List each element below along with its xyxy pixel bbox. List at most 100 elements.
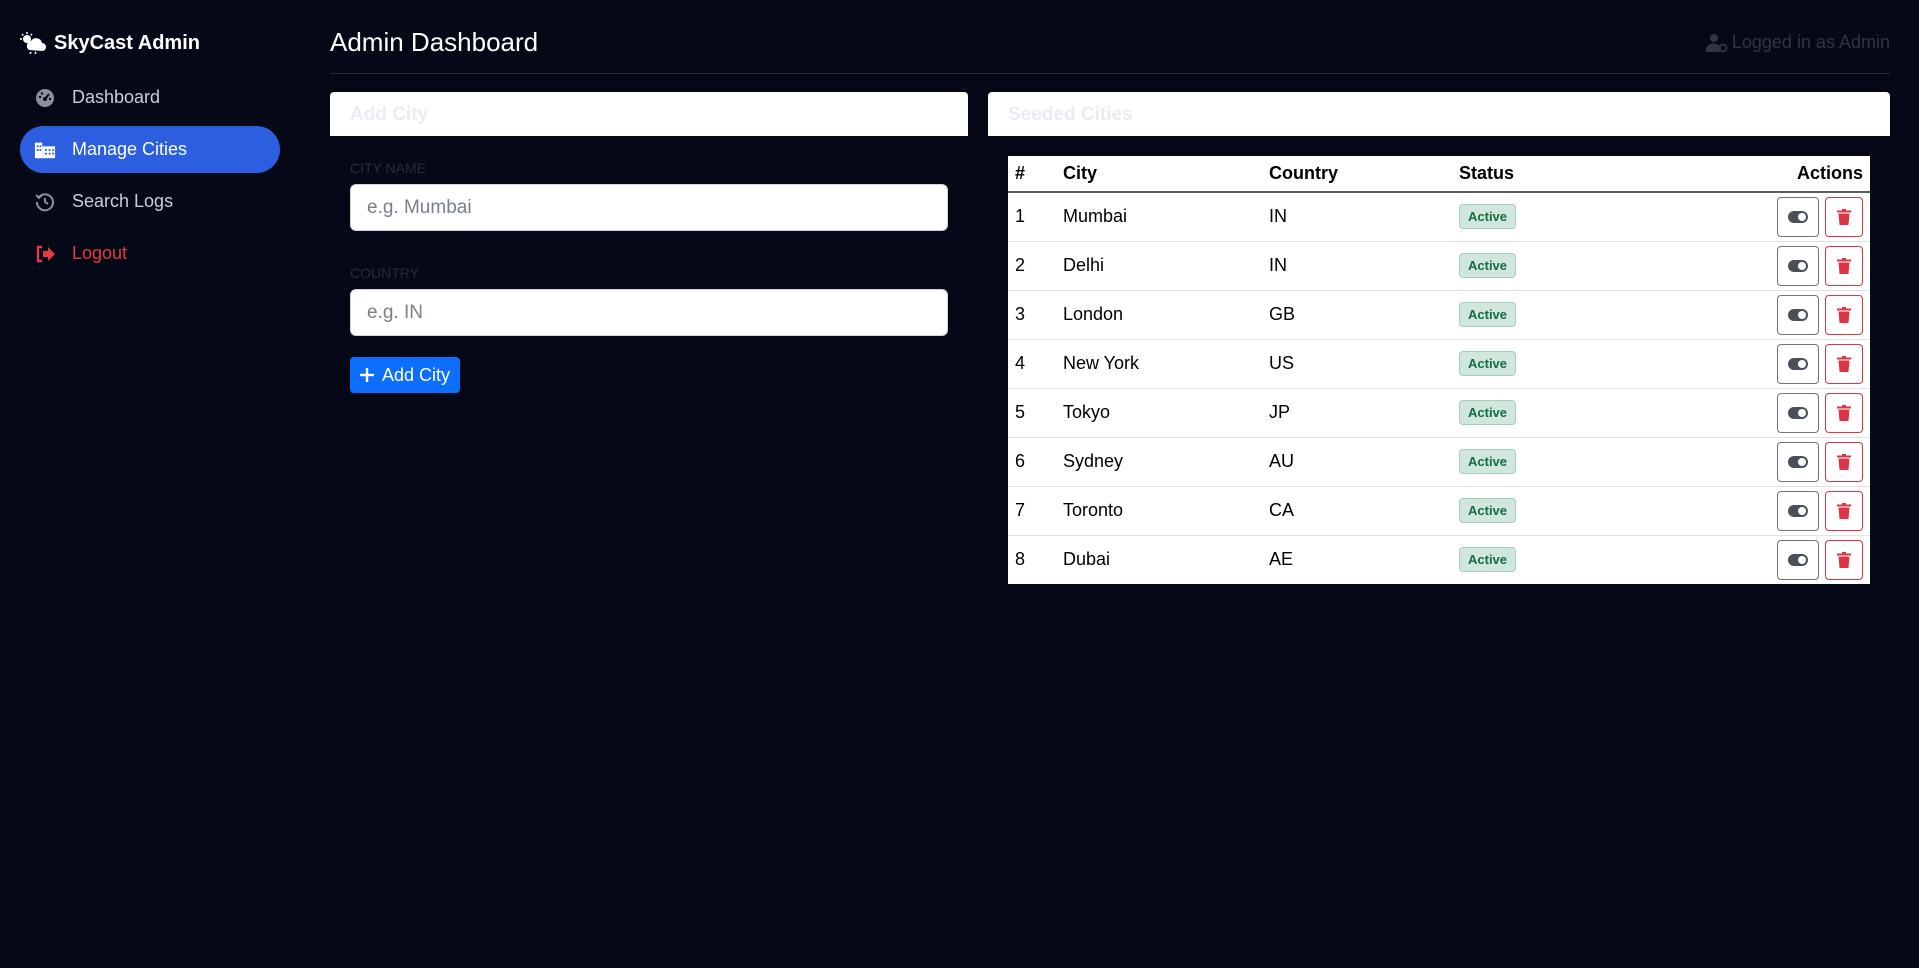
row-country: IN xyxy=(1262,241,1452,291)
toggle-icon xyxy=(1788,357,1808,370)
toggle-status-button[interactable] xyxy=(1777,392,1819,433)
city-icon xyxy=(34,139,56,161)
sidebar-item-label: Dashboard xyxy=(72,87,161,107)
page-title: Admin Dashboard xyxy=(330,27,539,57)
row-city: London xyxy=(1056,290,1262,340)
sidebar-item-label: Manage Cities xyxy=(72,139,188,159)
city-name-input[interactable] xyxy=(350,184,948,231)
sidebar-item-logout[interactable]: Logout xyxy=(20,230,280,277)
delete-city-button[interactable] xyxy=(1825,245,1863,286)
delete-city-button[interactable] xyxy=(1825,343,1863,384)
country-input[interactable] xyxy=(350,289,948,336)
row-city: New York xyxy=(1056,339,1262,389)
sidebar-item-manage-cities[interactable]: Manage Cities xyxy=(20,126,280,173)
row-actions xyxy=(1619,241,1870,291)
row-number: 7 xyxy=(1008,486,1056,536)
toggle-status-button[interactable] xyxy=(1777,539,1819,580)
trash-icon xyxy=(1837,551,1851,568)
column-header-status: Status xyxy=(1452,156,1620,193)
row-status: Active xyxy=(1452,486,1620,536)
row-status: Active xyxy=(1452,241,1620,291)
toggle-icon xyxy=(1788,553,1808,566)
row-status: Active xyxy=(1452,290,1620,340)
row-country: AE xyxy=(1269,549,1294,570)
sidebar: SkyCast Admin Dashboard Manage Cities Se… xyxy=(0,0,300,968)
delete-city-button[interactable] xyxy=(1825,196,1863,237)
toggle-icon xyxy=(1788,406,1808,419)
row-country: AU xyxy=(1262,437,1452,487)
row-status: Active xyxy=(1452,388,1620,438)
add-city-button-label: Add City xyxy=(382,364,451,385)
table-row: 8 Dubai AE Active xyxy=(1008,535,1870,584)
delete-city-button[interactable] xyxy=(1825,490,1863,531)
toggle-icon xyxy=(1788,504,1808,517)
trash-icon xyxy=(1837,208,1851,225)
seeded-cities-title: Seeded Cities xyxy=(988,92,1890,136)
status-badge: Active xyxy=(1459,204,1517,230)
table-row: 6 Sydney AU Active xyxy=(1008,437,1870,487)
table-row: 3 London GB Active xyxy=(1008,290,1870,340)
add-city-button[interactable]: Add City xyxy=(350,357,461,393)
row-country: JP xyxy=(1262,388,1452,438)
country-label: COUNTRY xyxy=(350,265,419,281)
column-header-country: Country xyxy=(1262,156,1452,193)
trash-icon xyxy=(1837,355,1851,372)
plus-icon xyxy=(360,368,374,382)
table-body: 1 Mumbai IN Active 2 Delhi IN Active 3 London GB Ac… xyxy=(1008,192,1870,584)
column-header-city: City xyxy=(1056,156,1262,193)
row-actions xyxy=(1619,388,1870,438)
brand[interactable]: SkyCast Admin xyxy=(20,28,280,58)
toggle-icon xyxy=(1788,210,1808,223)
row-city: Tokyo xyxy=(1056,388,1262,438)
status-badge: Active xyxy=(1459,547,1517,573)
row-actions xyxy=(1619,437,1870,487)
table-header-row: # City Country Status Actions xyxy=(1008,156,1870,193)
status-badge: Active xyxy=(1459,449,1517,474)
delete-city-button[interactable] xyxy=(1825,392,1863,433)
sidebar-item-label: Logout xyxy=(72,243,128,263)
trash-icon xyxy=(1837,453,1851,470)
column-header-num: # xyxy=(1008,156,1056,193)
row-city: Dubai xyxy=(1063,549,1111,570)
row-status: Active xyxy=(1452,339,1620,389)
cloud-sun-icon xyxy=(20,30,50,56)
row-number: 5 xyxy=(1008,388,1056,438)
status-badge: Active xyxy=(1459,253,1517,278)
delete-city-button[interactable] xyxy=(1825,441,1863,482)
seeded-cities-card: Seeded Cities # City Country Status Acti… xyxy=(988,92,1890,604)
add-city-form: CITY NAME COUNTRY Add City xyxy=(330,136,968,413)
add-city-title: Add City xyxy=(330,92,968,136)
row-country: US xyxy=(1262,339,1452,389)
row-number: 4 xyxy=(1008,339,1056,389)
row-city: Mumbai xyxy=(1056,192,1262,242)
row-city: Toronto xyxy=(1056,486,1262,536)
toggle-status-button[interactable] xyxy=(1777,490,1819,531)
row-actions xyxy=(1620,535,1870,584)
toggle-status-button[interactable] xyxy=(1777,343,1819,384)
main-content: Admin Dashboard Logged in as Admin Add C… xyxy=(330,0,1890,584)
trash-icon xyxy=(1837,257,1851,274)
row-actions xyxy=(1619,339,1870,389)
row-city: Sydney xyxy=(1056,437,1262,487)
sidebar-item-dashboard[interactable]: Dashboard xyxy=(20,74,280,121)
delete-city-button[interactable] xyxy=(1825,294,1863,335)
trash-icon xyxy=(1837,404,1851,421)
toggle-status-button[interactable] xyxy=(1777,196,1819,237)
toggle-status-button[interactable] xyxy=(1777,441,1819,482)
row-status: Active xyxy=(1452,437,1620,487)
status-badge: Active xyxy=(1459,400,1517,425)
row-country: CA xyxy=(1262,486,1452,536)
toggle-icon xyxy=(1788,308,1808,321)
toggle-status-button[interactable] xyxy=(1777,294,1819,335)
delete-city-button[interactable] xyxy=(1825,539,1863,580)
row-status: Active xyxy=(1452,535,1620,584)
brand-name: SkyCast Admin xyxy=(54,31,200,54)
status-badge: Active xyxy=(1459,302,1517,327)
toggle-status-button[interactable] xyxy=(1777,245,1819,286)
status-badge: Active xyxy=(1459,498,1517,523)
sidebar-item-search-logs[interactable]: Search Logs xyxy=(20,178,280,225)
row-city: Delhi xyxy=(1056,241,1262,291)
column-header-actions: Actions xyxy=(1619,156,1870,193)
row-status: Active xyxy=(1452,192,1620,242)
header: Admin Dashboard Logged in as Admin xyxy=(330,0,1890,74)
